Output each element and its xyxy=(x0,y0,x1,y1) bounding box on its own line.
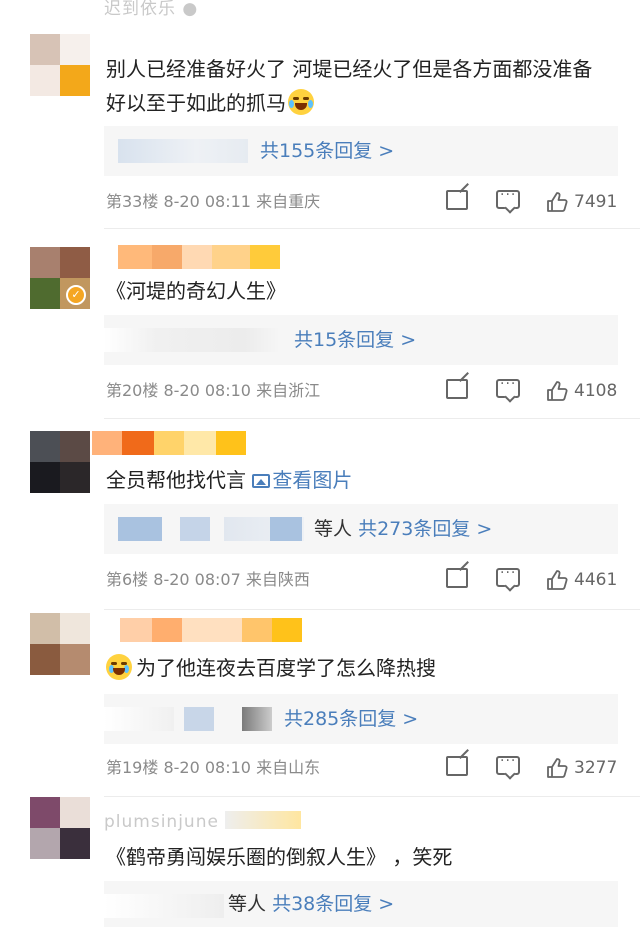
comment-meta: 第20楼 8-20 08:10 来自浙江 4108 xyxy=(106,376,620,405)
reply-preview[interactable]: 等人 共38条回复 > xyxy=(104,881,618,927)
reply-preview[interactable]: 共155条回复 > xyxy=(104,126,618,176)
comment-button[interactable] xyxy=(496,565,520,592)
comment-icon xyxy=(496,565,520,587)
like-button[interactable]: 4108 xyxy=(546,379,617,403)
comment-info: 第20楼 8-20 08:10 来自浙江 xyxy=(106,381,321,400)
reply-count-link[interactable]: 共155条回复 > xyxy=(260,126,394,176)
like-count: 3277 xyxy=(574,758,618,778)
reply-count-link[interactable]: 共15条回复 > xyxy=(294,315,416,365)
reply-count-link[interactable]: 等人 共38条回复 > xyxy=(228,881,394,927)
comment-button[interactable] xyxy=(496,753,520,780)
thumbs-up-icon xyxy=(546,380,568,402)
comment-info: 第6楼 8-20 08:07 来自陕西 xyxy=(106,570,310,589)
comment-text: 别人已经准备好火了 河堤已经火了但是各方面都没准备好以至于如此的抓马 xyxy=(106,57,593,115)
comment-text: 为了他连夜去百度学了怎么降热搜 xyxy=(106,651,612,685)
username[interactable]: plumsinjune xyxy=(104,811,302,832)
comment-meta: 第6楼 8-20 08:07 来自陕西 4461 xyxy=(106,565,620,594)
thumbs-up-icon xyxy=(546,569,568,591)
like-button[interactable]: 7491 xyxy=(546,190,617,214)
view-image-link[interactable]: 查看图片 xyxy=(252,468,352,492)
comment-text: 《鹤帝勇闯娱乐圈的倒叙人生》 ，笑死 xyxy=(106,845,453,869)
like-button[interactable]: 4461 xyxy=(546,568,617,592)
like-count: 4108 xyxy=(574,381,618,401)
comment-feed: 迟到依乐 ● 别人已经准备好火了 河堤已经火了但是各方面都没准备好以至于如此的抓… xyxy=(0,0,640,927)
reply-count-link[interactable]: 等人 共273条回复 > xyxy=(314,504,492,554)
share-button[interactable] xyxy=(446,756,468,780)
comment-info: 第33楼 8-20 08:11 来自重庆 xyxy=(106,192,321,211)
reply-preview[interactable]: 等人 共273条回复 > xyxy=(104,504,618,554)
like-button[interactable]: 3277 xyxy=(546,756,617,780)
username[interactable]: 迟到依乐 ● xyxy=(104,0,198,19)
laughing-tears-emoji-icon xyxy=(288,89,314,115)
thumbs-up-icon xyxy=(546,757,568,779)
username[interactable] xyxy=(120,618,302,642)
comment-icon xyxy=(496,376,520,398)
comment-button[interactable] xyxy=(496,187,520,214)
reply-preview[interactable]: 共15条回复 > xyxy=(104,315,618,365)
avatar[interactable] xyxy=(30,34,90,96)
comment-icon xyxy=(496,187,520,209)
avatar[interactable] xyxy=(30,613,90,675)
share-button[interactable] xyxy=(446,568,468,592)
comment-button[interactable] xyxy=(496,376,520,403)
comment-text: 《河堤的奇幻人生》 xyxy=(106,279,286,303)
comment-info: 第19楼 8-20 08:10 来自山东 xyxy=(106,758,321,777)
share-button[interactable] xyxy=(446,190,468,214)
crying-emoji-icon xyxy=(106,654,132,680)
avatar[interactable] xyxy=(30,431,90,493)
like-count: 7491 xyxy=(574,192,618,212)
reply-preview[interactable]: 共285条回复 > xyxy=(104,694,618,744)
share-icon xyxy=(446,568,468,588)
comment-text: 全员帮他找代言 查看图片 xyxy=(106,468,353,492)
username[interactable] xyxy=(92,431,246,455)
share-button[interactable] xyxy=(446,379,468,403)
thumbs-up-icon xyxy=(546,191,568,213)
image-icon xyxy=(252,474,271,488)
username[interactable] xyxy=(118,245,280,269)
comment-icon xyxy=(496,753,520,775)
comment-meta: 第33楼 8-20 08:11 来自重庆 7491 xyxy=(106,187,620,216)
share-icon xyxy=(446,379,468,399)
avatar[interactable] xyxy=(30,797,90,859)
reply-count-link[interactable]: 共285条回复 > xyxy=(284,694,418,744)
share-icon xyxy=(446,190,468,210)
share-icon xyxy=(446,756,468,776)
comment-meta: 第19楼 8-20 08:10 来自山东 3277 xyxy=(106,753,620,782)
like-count: 4461 xyxy=(574,570,618,590)
verified-badge-icon: ✓ xyxy=(66,285,86,305)
